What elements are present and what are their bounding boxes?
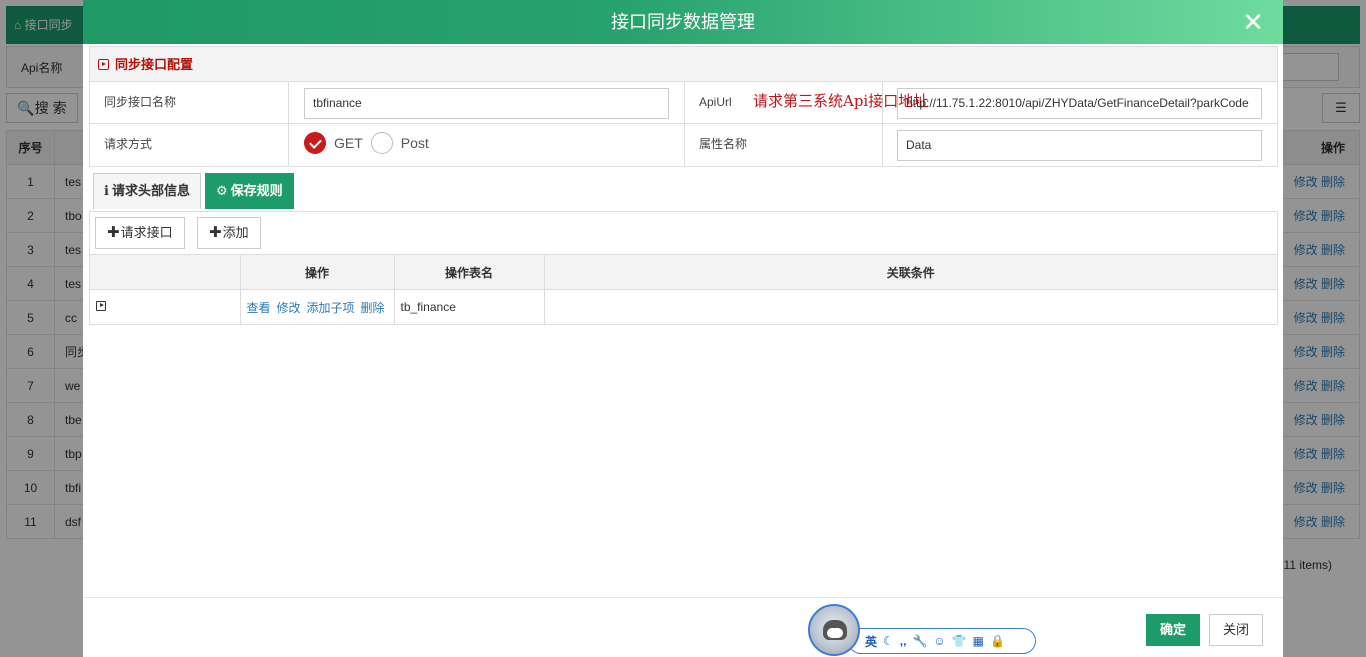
radio-get-label: GET <box>334 135 363 151</box>
grid-header-expand <box>90 254 241 290</box>
table-name-cell: tb_finance <box>394 289 545 325</box>
tab-request-headers[interactable]: ℹ 请求头部信息 <box>93 173 201 209</box>
expand-row-icon[interactable] <box>96 301 106 312</box>
grid-header-condition: 关联条件 <box>544 254 1277 290</box>
attr-input[interactable]: Data <box>897 130 1262 161</box>
name-input[interactable]: tbfinance <box>304 88 669 119</box>
section-header: 同步接口配置 <box>90 47 1277 82</box>
request-api-label: 请求接口 <box>120 225 173 240</box>
apiurl-cell: http://11.75.1.22:8010/api/ZHYData/GetFi… <box>883 82 1277 123</box>
save-rules-panel: ✚请求接口 ✚添加 操作 操作表名 关联条件 查看 修改 添加子项 删除 tb_… <box>89 211 1278 325</box>
sync-config-section: 同步接口配置 同步接口名称 tbfinance ApiUrl 请求第三系统Api… <box>89 46 1278 167</box>
close-icon[interactable]: ✕ <box>1239 8 1267 36</box>
add-button[interactable]: ✚添加 <box>197 217 261 249</box>
attr-label: 属性名称 <box>685 124 883 166</box>
attr-cell: Data <box>883 124 1277 166</box>
ime-avatar[interactable] <box>808 604 860 656</box>
info-icon: ℹ <box>104 183 109 198</box>
play-square-icon <box>98 59 109 70</box>
view-link[interactable]: 查看 <box>247 301 271 315</box>
grid-header-table: 操作表名 <box>394 254 545 290</box>
method-cell: GET Post <box>289 124 685 166</box>
request-api-button[interactable]: ✚请求接口 <box>95 217 185 249</box>
condition-cell <box>544 289 1277 325</box>
grid-header-ops: 操作 <box>240 254 395 290</box>
config-row-method: 请求方式 GET Post 属性名称 Data <box>90 124 1277 166</box>
add-child-link[interactable]: 添加子项 <box>307 301 355 315</box>
sync-data-modal: 接口同步数据管理 ✕ 同步接口配置 同步接口名称 tbfinance ApiUr… <box>83 0 1283 657</box>
delete-link[interactable]: 删除 <box>361 301 385 315</box>
skin-icon[interactable]: 👕 <box>952 634 967 648</box>
close-button[interactable]: 关闭 <box>1209 614 1263 646</box>
ime-toolbar: 英 ☾ ,, 🔧 ☺ 👕 ▦ 🔒 <box>808 604 1038 656</box>
apiurl-label-cell: ApiUrl 请求第三系统Api接口地址 <box>685 82 928 123</box>
rules-grid: 操作 操作表名 关联条件 查看 修改 添加子项 删除 tb_finance <box>90 254 1277 325</box>
apiurl-input[interactable]: http://11.75.1.22:8010/api/ZHYData/GetFi… <box>897 88 1262 119</box>
apiurl-label: ApiUrl <box>699 95 732 109</box>
emoji-icon[interactable]: ☺ <box>933 634 945 648</box>
ime-lang-toggle[interactable]: 英 <box>865 633 877 650</box>
config-row-name: 同步接口名称 tbfinance ApiUrl 请求第三系统Api接口地址 ht… <box>90 82 1277 124</box>
method-label: 请求方式 <box>90 124 289 166</box>
rules-toolbar: ✚请求接口 ✚添加 <box>90 212 1277 254</box>
modal-footer: 确定 关闭 <box>83 597 1283 657</box>
ime-bar[interactable]: 英 ☾ ,, 🔧 ☺ 👕 ▦ 🔒 <box>848 628 1036 654</box>
section-title: 同步接口配置 <box>115 57 194 72</box>
name-cell: tbfinance <box>289 82 685 123</box>
table-row: 查看 修改 添加子项 删除 tb_finance <box>90 289 1277 325</box>
gear-icon: ⚙ <box>215 183 228 198</box>
plus-icon: ✚ <box>209 224 222 241</box>
punctuation-icon[interactable]: ,, <box>900 634 907 648</box>
grid-icon[interactable]: ▦ <box>973 634 984 648</box>
confirm-button[interactable]: 确定 <box>1146 614 1200 646</box>
modal-title: 接口同步数据管理 <box>611 12 755 32</box>
moon-icon[interactable]: ☾ <box>883 634 894 648</box>
name-label: 同步接口名称 <box>90 82 289 123</box>
tab-save-rules[interactable]: ⚙ 保存规则 <box>204 173 294 209</box>
radio-post[interactable] <box>370 132 393 154</box>
tab-bar: ℹ 请求头部信息 ⚙ 保存规则 <box>93 173 298 209</box>
expand-cell <box>90 289 241 325</box>
tab-save-rules-label: 保存规则 <box>230 183 283 198</box>
row-ops-cell: 查看 修改 添加子项 删除 <box>240 289 395 325</box>
radio-post-label: Post <box>400 135 429 151</box>
plus-icon: ✚ <box>107 224 120 241</box>
wrench-icon[interactable]: 🔧 <box>912 634 927 648</box>
radio-get[interactable] <box>304 132 326 154</box>
modal-header: 接口同步数据管理 ✕ <box>83 0 1283 44</box>
tab-request-headers-label: 请求头部信息 <box>111 183 190 198</box>
add-label: 添加 <box>222 225 249 240</box>
edit-link[interactable]: 修改 <box>277 301 301 315</box>
lock-icon[interactable]: 🔒 <box>990 634 1005 648</box>
